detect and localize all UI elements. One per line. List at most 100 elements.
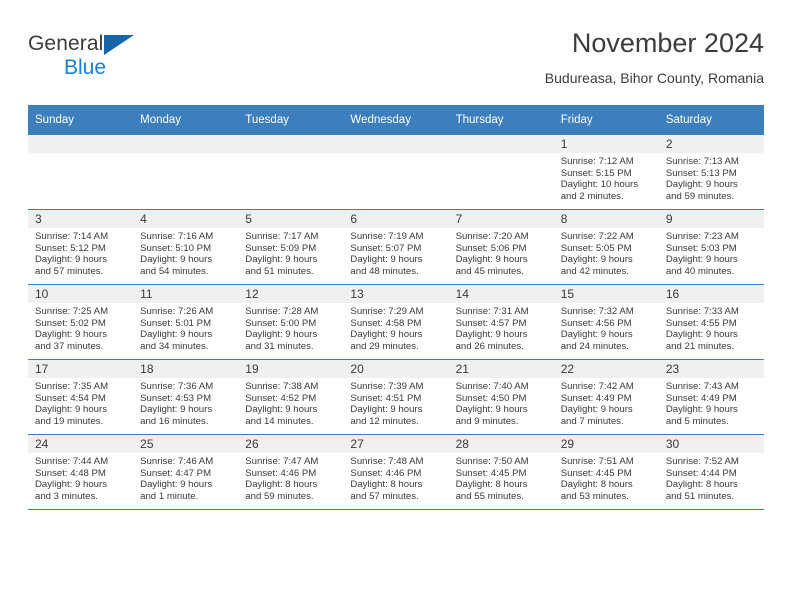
day-cell-inner bbox=[133, 135, 239, 209]
calendar-day-cell[interactable]: 19 Sunrise: 7:38 AM Sunset: 4:52 PM Dayligh… bbox=[238, 359, 344, 435]
sunset-text: Sunset: 5:05 PM bbox=[560, 242, 632, 254]
day-number: 17 bbox=[28, 360, 134, 378]
sunrise-text: Sunrise: 7:42 AM bbox=[560, 381, 634, 392]
sunrise-text: Sunrise: 7:50 AM bbox=[455, 456, 529, 467]
day-sun-details: Sunrise: 7:16 AM Sunset: 5:10 PM Daylight:… bbox=[133, 228, 238, 277]
day-cell-inner: 17 Sunrise: 7:35 AM Sunset: 4:54 PM Dayligh… bbox=[28, 360, 134, 434]
day-sun-details: Sunrise: 7:26 AM Sunset: 5:01 PM Daylight:… bbox=[133, 303, 238, 352]
sunset-text: Sunset: 5:07 PM bbox=[350, 242, 422, 254]
daylight-text-line1: Daylight: 8 hours bbox=[665, 479, 738, 491]
daylight-text-line2: and 34 minutes. bbox=[140, 340, 209, 352]
daylight-text-line1: Daylight: 9 hours bbox=[245, 404, 318, 416]
sunset-text: Sunset: 5:09 PM bbox=[245, 242, 317, 254]
calendar-day-cell[interactable]: 26 Sunrise: 7:47 AM Sunset: 4:46 PM Dayligh… bbox=[238, 434, 344, 510]
calendar-day-cell[interactable]: 23 Sunrise: 7:43 AM Sunset: 4:49 PM Dayligh… bbox=[658, 359, 764, 435]
weekday-header-thursday: Thursday bbox=[448, 105, 554, 135]
calendar-day-cell[interactable]: 1 Sunrise: 7:12 AM Sunset: 5:15 PM Daylight… bbox=[553, 134, 659, 210]
calendar-day-cell[interactable]: 11 Sunrise: 7:26 AM Sunset: 5:01 PM Dayligh… bbox=[133, 284, 239, 360]
day-sun-details: Sunrise: 7:52 AM Sunset: 4:44 PM Daylight:… bbox=[659, 453, 764, 502]
daylight-text-line2: and 29 minutes. bbox=[350, 340, 419, 352]
calendar-day-cell[interactable]: 12 Sunrise: 7:28 AM Sunset: 5:00 PM Dayligh… bbox=[238, 284, 344, 360]
day-sun-details: Sunrise: 7:17 AM Sunset: 5:09 PM Daylight:… bbox=[238, 228, 343, 277]
calendar-day-cell[interactable]: 2 Sunrise: 7:13 AM Sunset: 5:13 PM Daylight… bbox=[658, 134, 764, 210]
calendar-day-cell[interactable]: 21 Sunrise: 7:40 AM Sunset: 4:50 PM Dayligh… bbox=[448, 359, 554, 435]
day-sun-details: Sunrise: 7:48 AM Sunset: 4:46 PM Daylight:… bbox=[343, 453, 448, 502]
sunrise-text: Sunrise: 7:39 AM bbox=[350, 381, 424, 392]
calendar-day-cell[interactable]: 25 Sunrise: 7:46 AM Sunset: 4:47 PM Dayligh… bbox=[133, 434, 239, 510]
sunrise-text: Sunrise: 7:40 AM bbox=[455, 381, 529, 392]
calendar-day-cell[interactable]: 7 Sunrise: 7:20 AM Sunset: 5:06 PM Daylight… bbox=[448, 209, 554, 285]
weekday-header-friday: Friday bbox=[553, 105, 659, 135]
day-sun-details: Sunrise: 7:29 AM Sunset: 4:58 PM Daylight:… bbox=[343, 303, 448, 352]
sunset-text: Sunset: 4:49 PM bbox=[665, 392, 737, 404]
weekday-header-saturday: Saturday bbox=[658, 105, 764, 135]
title-block: November 2024 Budureasa, Bihor County, R… bbox=[545, 26, 764, 88]
calendar-day-cell[interactable]: 13 Sunrise: 7:29 AM Sunset: 4:58 PM Dayligh… bbox=[343, 284, 449, 360]
calendar-day-cell[interactable]: 30 Sunrise: 7:52 AM Sunset: 4:44 PM Dayligh… bbox=[658, 434, 764, 510]
calendar-day-cell[interactable]: 9 Sunrise: 7:23 AM Sunset: 5:03 PM Daylight… bbox=[658, 209, 764, 285]
day-sun-details: Sunrise: 7:51 AM Sunset: 4:45 PM Daylight:… bbox=[554, 453, 659, 502]
calendar-day-cell[interactable]: 22 Sunrise: 7:42 AM Sunset: 4:49 PM Dayligh… bbox=[553, 359, 659, 435]
calendar-day-cell[interactable]: 27 Sunrise: 7:48 AM Sunset: 4:46 PM Dayligh… bbox=[343, 434, 449, 510]
calendar-day-cell[interactable]: 24 Sunrise: 7:44 AM Sunset: 4:48 PM Dayligh… bbox=[28, 434, 134, 510]
day-number: 3 bbox=[28, 210, 134, 228]
sunset-text: Sunset: 5:02 PM bbox=[35, 317, 106, 329]
sunset-text: Sunset: 4:49 PM bbox=[560, 392, 632, 404]
daylight-text-line2: and 24 minutes. bbox=[560, 340, 629, 352]
day-cell-inner: 15 Sunrise: 7:32 AM Sunset: 4:56 PM Dayligh… bbox=[553, 285, 659, 359]
sunrise-text: Sunrise: 7:19 AM bbox=[350, 231, 424, 242]
calendar-day-cell[interactable]: 10 Sunrise: 7:25 AM Sunset: 5:02 PM Dayligh… bbox=[28, 284, 134, 360]
daylight-text-line1: Daylight: 9 hours bbox=[245, 329, 318, 341]
sunset-text: Sunset: 4:55 PM bbox=[665, 317, 737, 329]
day-cell-inner: 2 Sunrise: 7:13 AM Sunset: 5:13 PM Daylight… bbox=[658, 135, 764, 209]
day-number: 12 bbox=[238, 285, 344, 303]
general-blue-logo[interactable]: General Blue bbox=[28, 32, 228, 90]
day-number: 6 bbox=[343, 210, 449, 228]
calendar-grid: Sunday Monday Tuesday Wednesday Thursday… bbox=[28, 105, 764, 510]
day-number: 16 bbox=[658, 285, 764, 303]
day-sun-details: Sunrise: 7:31 AM Sunset: 4:57 PM Daylight:… bbox=[449, 303, 554, 352]
sunrise-text: Sunrise: 7:46 AM bbox=[140, 456, 214, 467]
calendar-day-cell[interactable]: 29 Sunrise: 7:51 AM Sunset: 4:45 PM Dayligh… bbox=[553, 434, 659, 510]
calendar-day-cell[interactable]: 4 Sunrise: 7:16 AM Sunset: 5:10 PM Daylight… bbox=[133, 209, 239, 285]
day-cell-inner: 11 Sunrise: 7:26 AM Sunset: 5:01 PM Dayligh… bbox=[133, 285, 239, 359]
daylight-text-line1: Daylight: 9 hours bbox=[665, 179, 738, 191]
calendar-day-cell[interactable]: 14 Sunrise: 7:31 AM Sunset: 4:57 PM Dayligh… bbox=[448, 284, 554, 360]
sunrise-text: Sunrise: 7:23 AM bbox=[665, 231, 739, 242]
day-cell-inner: 30 Sunrise: 7:52 AM Sunset: 4:44 PM Dayligh… bbox=[658, 435, 764, 509]
weekday-header-wednesday: Wednesday bbox=[343, 105, 449, 135]
calendar-day-cell[interactable]: 18 Sunrise: 7:36 AM Sunset: 4:53 PM Dayligh… bbox=[133, 359, 239, 435]
calendar-day-cell[interactable]: 15 Sunrise: 7:32 AM Sunset: 4:56 PM Dayligh… bbox=[553, 284, 659, 360]
daylight-text-line2: and 37 minutes. bbox=[35, 340, 104, 352]
calendar-day-cell[interactable]: 17 Sunrise: 7:35 AM Sunset: 4:54 PM Dayligh… bbox=[28, 359, 134, 435]
weekday-header-row: Sunday Monday Tuesday Wednesday Thursday… bbox=[28, 105, 764, 135]
sunrise-text: Sunrise: 7:32 AM bbox=[560, 306, 634, 317]
brand-name-general: General bbox=[28, 32, 228, 56]
calendar-day-cell[interactable]: 8 Sunrise: 7:22 AM Sunset: 5:05 PM Daylight… bbox=[553, 209, 659, 285]
day-cell-inner: 4 Sunrise: 7:16 AM Sunset: 5:10 PM Daylight… bbox=[133, 210, 239, 284]
day-sun-details: Sunrise: 7:33 AM Sunset: 4:55 PM Daylight:… bbox=[659, 303, 764, 352]
sunrise-text: Sunrise: 7:48 AM bbox=[350, 456, 424, 467]
calendar-day-cell[interactable]: 28 Sunrise: 7:50 AM Sunset: 4:45 PM Dayligh… bbox=[448, 434, 554, 510]
daylight-text-line2: and 3 minutes. bbox=[35, 490, 98, 502]
sunrise-text: Sunrise: 7:29 AM bbox=[350, 306, 424, 317]
sunrise-text: Sunrise: 7:25 AM bbox=[35, 306, 109, 317]
daylight-text-line2: and 57 minutes. bbox=[35, 265, 104, 277]
daylight-text-line1: Daylight: 9 hours bbox=[350, 404, 423, 416]
day-cell-inner: 1 Sunrise: 7:12 AM Sunset: 5:15 PM Daylight… bbox=[553, 135, 659, 209]
daylight-text-line1: Daylight: 9 hours bbox=[560, 329, 633, 341]
sunset-text: Sunset: 5:01 PM bbox=[140, 317, 212, 329]
day-cell-inner bbox=[448, 135, 554, 209]
calendar-day-cell[interactable]: 20 Sunrise: 7:39 AM Sunset: 4:51 PM Dayligh… bbox=[343, 359, 449, 435]
calendar-day-cell[interactable]: 6 Sunrise: 7:19 AM Sunset: 5:07 PM Daylight… bbox=[343, 209, 449, 285]
daylight-text-line1: Daylight: 9 hours bbox=[35, 254, 107, 266]
sunrise-text: Sunrise: 7:12 AM bbox=[560, 156, 634, 167]
day-number: 2 bbox=[658, 135, 764, 153]
calendar-day-cell[interactable]: 16 Sunrise: 7:33 AM Sunset: 4:55 PM Dayligh… bbox=[658, 284, 764, 360]
calendar-day-cell[interactable]: 5 Sunrise: 7:17 AM Sunset: 5:09 PM Daylight… bbox=[238, 209, 344, 285]
sunrise-text: Sunrise: 7:51 AM bbox=[560, 456, 634, 467]
sunrise-text: Sunrise: 7:14 AM bbox=[35, 231, 109, 242]
calendar-week-row: 24 Sunrise: 7:44 AM Sunset: 4:48 PM Dayligh… bbox=[28, 434, 764, 510]
calendar-day-cell[interactable]: 3 Sunrise: 7:14 AM Sunset: 5:12 PM Daylight… bbox=[28, 209, 134, 285]
day-cell-inner bbox=[343, 135, 449, 209]
